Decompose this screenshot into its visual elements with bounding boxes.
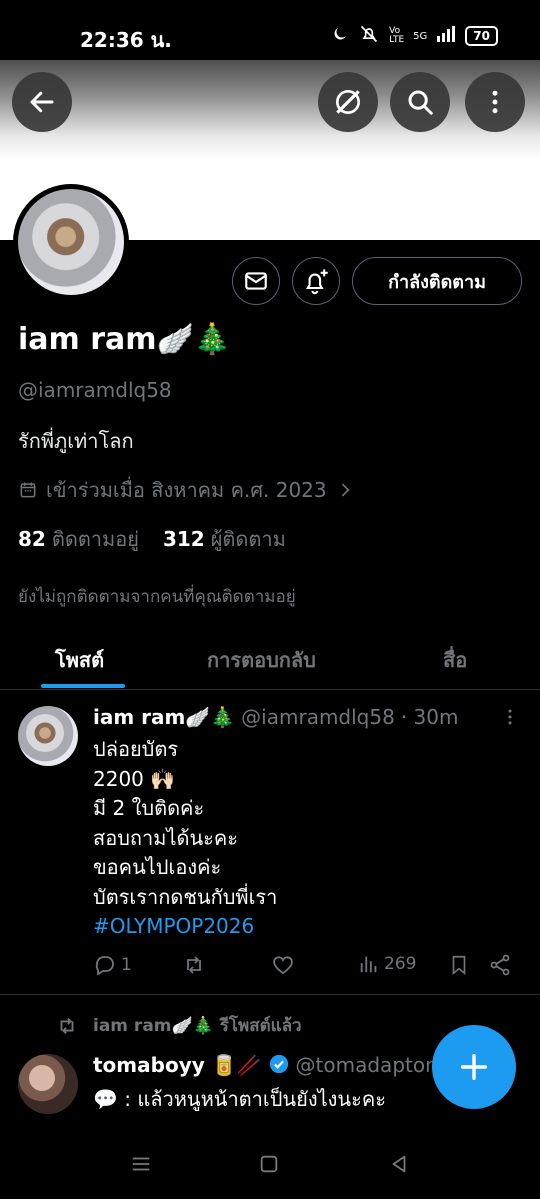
post-line: มี 2 ใบติดค่ะ [93,796,205,820]
tab-active-indicator [41,684,125,688]
post-author-handle: @iamramdlq58 [241,705,395,729]
repost-header: tomaboyy 🥫🥢 @tomadaptor [93,1053,433,1080]
plus-icon [460,1053,488,1081]
post-actions: 1 269 [93,953,523,983]
post-divider [0,994,540,995]
repost-author-name[interactable]: tomaboyy 🥫🥢 [93,1053,262,1080]
post-line: ปล่อยบัตร [93,737,179,761]
profile-handle: @iamramdlq58 [18,378,172,402]
following-button[interactable]: กำลังติดตาม [352,257,522,305]
moon-icon [331,25,349,47]
more-vertical-icon [508,709,512,725]
profile-bio: รักพี่ภูเท่าโลก [18,429,134,453]
following-count: 82 [18,527,46,551]
heart-icon [273,956,293,975]
search-button[interactable] [390,72,450,132]
profile-name: iam ram🪽🎄 [18,322,232,357]
verified-badge-icon [268,1053,290,1080]
bookmark-icon [452,955,466,976]
volte-label: Vo LTE [389,26,405,45]
tab-media[interactable]: สื่อ [443,644,467,676]
bar-chart-icon [360,956,377,973]
menu-icon [132,1157,150,1171]
search-icon [408,90,433,115]
triangle-left-icon [392,1155,406,1173]
battery-indicator: 70 [465,26,498,46]
post-time: · 30m [400,705,459,729]
signal-icon [437,26,456,46]
repost-label: iam ram🪽🎄 รีโพสต์แล้ว [55,1012,302,1039]
share-button[interactable] [488,953,512,977]
post-header: iam ram🪽🎄 @iamramdlq58 · 30m [93,705,458,729]
repost-icon [60,1017,74,1034]
post-body: ปล่อยบัตร 2200 🙌🏻 มี 2 ใบติดค่ะ สอบถามได… [93,735,277,942]
repost-icon [187,956,201,974]
back-nav-button[interactable] [388,1153,410,1179]
share-icon [490,954,510,976]
more-vertical-icon [492,90,498,114]
compose-button[interactable] [432,1025,516,1109]
reply-count: 1 [121,955,132,975]
tab-posts[interactable]: โพสต์ [55,644,104,676]
following-label: ติดตามอยู่ [51,527,139,551]
mute-icon [359,24,379,48]
post-author-name[interactable]: iam ram🪽🎄 [93,705,235,729]
followers-label: ผู้ติดตาม [210,527,286,551]
followers-count: 312 [162,527,205,551]
reply-icon [95,956,114,976]
bookmark-button[interactable] [448,953,470,977]
repost-button[interactable] [181,953,207,977]
post-hashtag[interactable]: #OLYMPOP2026 [93,912,277,942]
system-nav-bar [0,1135,540,1199]
grok-icon [336,90,360,114]
message-button[interactable] [232,257,280,305]
post-line: 2200 🙌🏻 [93,766,176,791]
not-followed-note: ยังไม่ถูกติดตามจากคนที่คุณติดตามอยู่ [18,587,296,607]
joined-text: เข้าร่วมเมื่อ สิงหาคม ค.ศ. 2023 [46,478,327,502]
back-button[interactable] [12,72,72,132]
home-button[interactable] [258,1153,280,1179]
status-time: 22:36 น. [80,28,172,52]
more-options-button[interactable] [465,72,525,132]
post-line: บัตรเรากดชนกับพี่เรา [93,884,278,909]
recent-apps-button[interactable] [130,1153,152,1179]
followers-stat[interactable]: 312 ผู้ติดตาม [163,523,286,555]
profile-tabs: โพสต์ การตอบกลับ สื่อ [0,630,540,690]
joined-date[interactable]: เข้าร่วมเมื่อ สิงหาคม ค.ศ. 2023 [18,474,355,506]
profile-avatar[interactable] [13,184,129,300]
reply-button[interactable]: 1 [93,953,132,977]
bell-plus-icon [305,269,328,295]
square-icon [260,1155,278,1173]
tab-replies[interactable]: การตอบกลับ [207,644,316,676]
arrow-left-icon [30,91,54,113]
repost-author-avatar[interactable] [18,1054,78,1114]
calendar-icon [20,482,36,498]
post-more-button[interactable] [500,706,520,732]
status-bar: 22:36 น. Vo LTE 5G 70 [0,0,540,60]
repost-author-handle: @tomadaptor [295,1053,433,1077]
views-count: 269 [384,954,417,974]
following-stat[interactable]: 82 ติดตามอยู่ [18,523,139,555]
post-line: สอบถามได้นะคะ [93,825,239,850]
chevron-right-icon [341,483,350,497]
mail-icon [245,272,267,290]
like-button[interactable] [271,953,295,977]
notify-button[interactable] [292,257,340,305]
post-avatar[interactable] [18,706,78,766]
views-button[interactable]: 269 [358,953,416,975]
net-label: 5G [413,30,428,42]
repost-label-text: iam ram🪽🎄 รีโพสต์แล้ว [93,1016,302,1036]
status-icons: Vo LTE 5G 70 [331,24,498,48]
grok-button[interactable] [318,72,378,132]
post-line: ขอคนไปเองค่ะ [93,855,222,879]
follow-stats: 82 ติดตามอยู่ 312 ผู้ติดตาม [18,523,286,555]
avatar-photo [18,189,124,295]
repost-body: 💬 : แล้วหนูหน้าตาเป็นยังไงนะคะ [93,1087,386,1111]
